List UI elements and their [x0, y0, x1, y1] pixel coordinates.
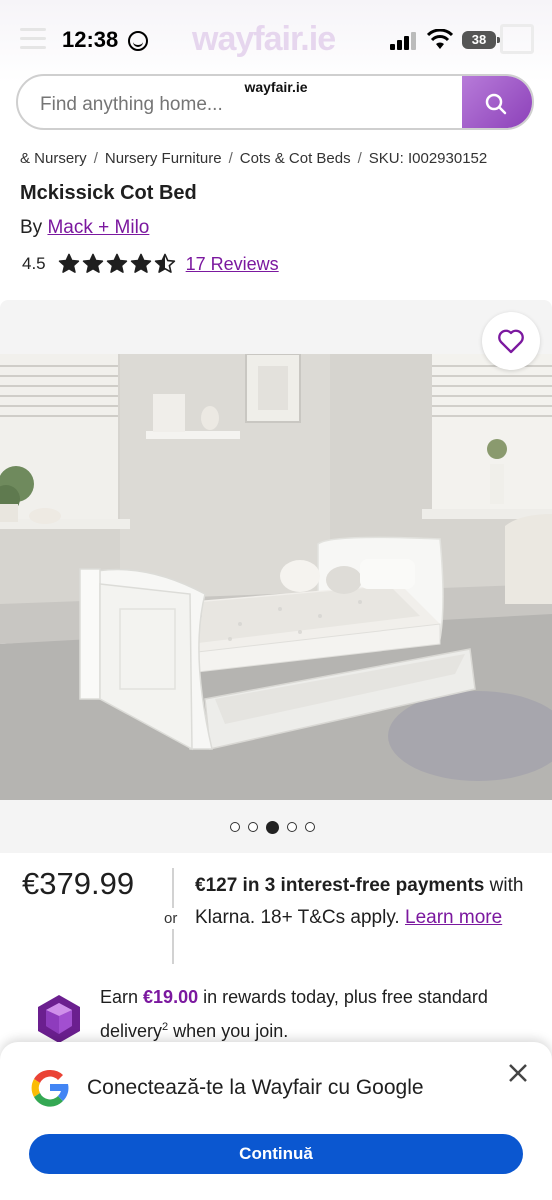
google-logo-icon — [31, 1069, 69, 1107]
rewards-gem-icon — [38, 995, 80, 1043]
rating-value: 4.5 — [22, 254, 46, 273]
breadcrumb: & Nursery / Nursery Furniture / Cots & Cot B… — [20, 150, 488, 167]
brand-link[interactable]: Mack + Milo — [47, 217, 149, 238]
breadcrumb-item[interactable]: Cots & Cot Beds — [240, 150, 351, 167]
carousel-dot[interactable] — [230, 822, 240, 832]
google-signin-sheet — [0, 1042, 552, 1200]
brand-line: By Mack + Milo — [20, 217, 149, 239]
carousel-dot[interactable] — [248, 822, 258, 832]
sku-label: SKU: I002930152 — [368, 150, 488, 167]
carousel-dot[interactable] — [266, 820, 279, 834]
klarna-offer: €127 in 3 interest-free payments — [195, 875, 485, 896]
cart-icon[interactable] — [500, 24, 534, 54]
breadcrumb-item[interactable]: & Nursery — [20, 150, 87, 167]
close-icon[interactable] — [506, 1061, 530, 1085]
focus-mode-icon — [128, 31, 148, 51]
rewards-suffix: when you join. — [168, 1021, 289, 1041]
rewards-prefix: Earn — [100, 987, 144, 1007]
breadcrumb-item[interactable]: Nursery Furniture — [105, 150, 222, 167]
address-bar-url[interactable]: wayfair.ie — [0, 79, 552, 95]
rating-row: 4.5 17 Reviews — [22, 253, 279, 275]
star-icon — [130, 253, 151, 273]
star-rating — [58, 253, 176, 275]
search-input[interactable] — [38, 93, 462, 117]
learn-more-link[interactable]: Learn more — [405, 907, 502, 928]
or-label: or — [164, 908, 178, 929]
menu-icon[interactable] — [20, 28, 46, 55]
google-prompt-title: Conectează-te la Wayfair cu Google — [87, 1076, 424, 1099]
carousel-dot[interactable] — [287, 822, 297, 832]
star-icon — [58, 253, 79, 273]
klarna-financing: €127 in 3 interest-free payments with Kl… — [195, 870, 535, 934]
product-image[interactable] — [0, 354, 552, 800]
heart-icon — [498, 329, 524, 354]
wayfair-logo: wayfair.ie — [192, 20, 336, 58]
continue-button[interactable]: Continuă — [29, 1134, 523, 1174]
rewards-message: Earn €19.00 in rewards today, plus free … — [100, 982, 530, 1046]
product-price: €379.99 — [22, 866, 135, 901]
wishlist-button[interactable] — [482, 312, 540, 370]
status-time: 12:38 — [62, 27, 119, 52]
reviews-link[interactable]: 17 Reviews — [186, 254, 279, 275]
by-label: By — [20, 217, 43, 238]
star-icon — [154, 253, 175, 273]
carousel-dot[interactable] — [305, 822, 315, 832]
cellular-signal-icon — [390, 32, 418, 50]
star-icon — [82, 253, 103, 273]
star-icon — [106, 253, 127, 273]
wifi-icon — [427, 29, 453, 49]
carousel-dots — [230, 820, 315, 834]
rewards-amount: €19.00 — [143, 987, 199, 1007]
battery-icon: 38 — [462, 31, 500, 49]
product-title: Mckissick Cot Bed — [20, 182, 197, 204]
